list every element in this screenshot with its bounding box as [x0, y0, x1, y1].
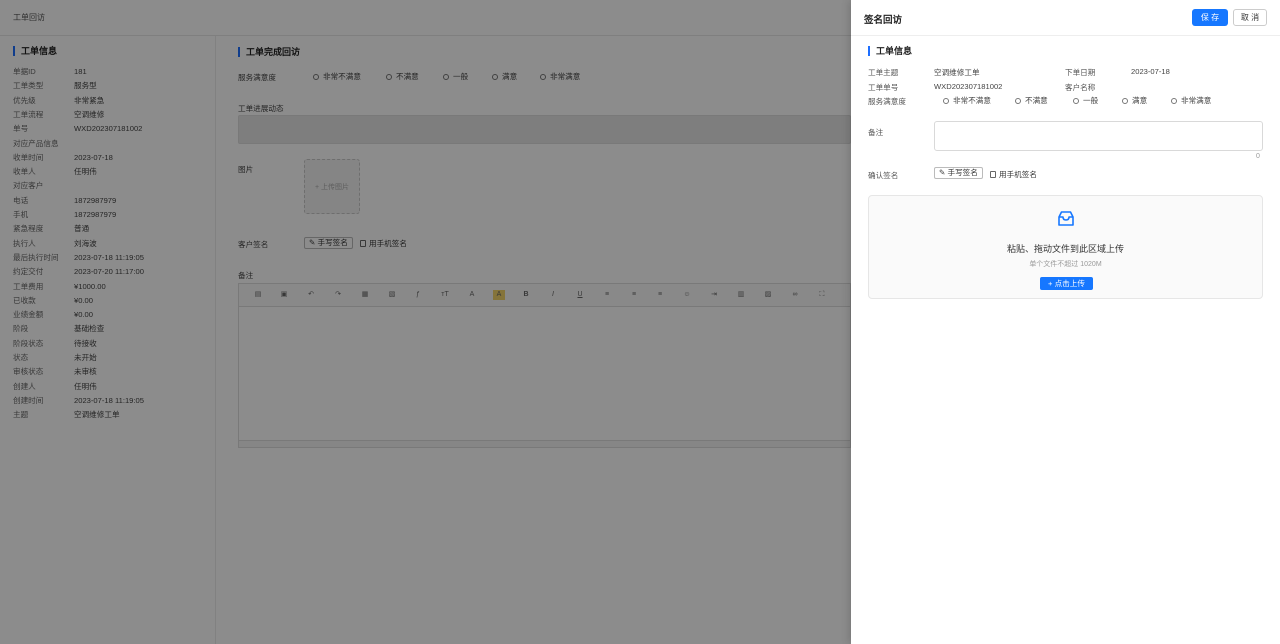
drawer-handwrite-sign-button[interactable]: ✎ 手写签名	[934, 167, 983, 179]
drop-zone-title: 粘贴、拖动文件到此区域上传	[1006, 244, 1124, 254]
click-upload-button[interactable]: + 点击上传	[1040, 277, 1093, 290]
radio-icon	[1073, 98, 1079, 104]
mobile-icon	[990, 171, 996, 178]
cancel-button[interactable]: 取 消	[1233, 9, 1267, 26]
signature-visit-drawer: 签名回访 保 存 取 消 工单信息 工单主题 空调维修工单 下单日期 2023-…	[851, 0, 1280, 644]
customer-label: 客户名称	[1065, 83, 1096, 92]
drawer-section-title: 工单信息	[868, 46, 912, 56]
radio-icon	[943, 98, 949, 104]
drawer-option-satisfied[interactable]: 满意	[1122, 95, 1147, 106]
order-number-value: WXD202307181002	[934, 82, 1003, 91]
radio-icon	[1122, 98, 1128, 104]
order-date-value: 2023-07-18	[1131, 67, 1170, 76]
subject-value: 空调维修工单	[934, 68, 980, 77]
order-number-label: 工单单号	[868, 83, 899, 92]
modal-overlay[interactable]	[0, 0, 851, 644]
subject-label: 工单主题	[868, 68, 899, 77]
drawer-option-unsatisfied[interactable]: 不满意	[1015, 95, 1048, 106]
order-date-label: 下单日期	[1065, 68, 1096, 77]
save-button[interactable]: 保 存	[1192, 9, 1228, 26]
drawer-header: 签名回访 保 存 取 消	[851, 0, 1280, 36]
inbox-icon	[1058, 211, 1074, 226]
drawer-phone-sign-checkbox[interactable]: 用手机签名	[990, 169, 1037, 180]
remark-char-count: 0	[1256, 153, 1260, 160]
confirm-sign-label: 确认签名	[868, 171, 899, 180]
drawer-title: 签名回访	[864, 15, 903, 26]
drawer-option-neutral[interactable]: 一般	[1073, 95, 1098, 106]
drop-zone-hint: 单个文件不超过 1020M	[1029, 261, 1102, 268]
radio-icon	[1015, 98, 1021, 104]
radio-icon	[1171, 98, 1177, 104]
drawer-option-very-satisfied[interactable]: 非常满意	[1171, 95, 1211, 106]
remark-textarea[interactable]	[934, 121, 1263, 151]
drawer-satisfaction-label: 服务满意度	[868, 97, 906, 106]
drawer-option-very-unsatisfied[interactable]: 非常不满意	[943, 95, 991, 106]
drawer-remark-label: 备注	[868, 128, 884, 137]
file-drop-zone[interactable]: 粘贴、拖动文件到此区域上传 单个文件不超过 1020M + 点击上传	[868, 195, 1263, 299]
